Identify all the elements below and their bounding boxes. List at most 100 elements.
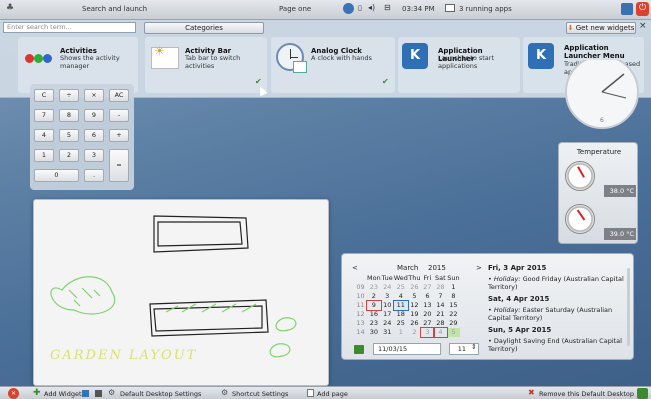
day-cell[interactable]: 22	[447, 310, 460, 319]
day-cell[interactable]: 16	[367, 310, 381, 319]
add-widgets-button[interactable]: Add Widgets	[44, 390, 85, 398]
day-cell[interactable]: 28	[434, 283, 447, 292]
categories-button[interactable]: Categories	[144, 22, 264, 34]
day-cell[interactable]: 23	[367, 283, 381, 292]
calculator-key[interactable]: +	[109, 129, 129, 142]
calculator-key[interactable]: 5	[59, 129, 79, 142]
event-list-scrollbar[interactable]	[627, 268, 630, 346]
page-selector[interactable]: Page one	[279, 5, 311, 13]
day-cell[interactable]: 2	[408, 328, 421, 337]
day-cell[interactable]: 27	[421, 319, 434, 328]
calculator-key[interactable]: 8	[59, 109, 79, 122]
add-widgets-icon[interactable]: ✚	[33, 388, 41, 398]
day-cell-holiday[interactable]: 4	[432, 327, 448, 338]
previous-month-button[interactable]: <	[352, 264, 358, 272]
calculator-key[interactable]: AC	[109, 89, 129, 102]
calculator-key[interactable]: ÷	[59, 89, 79, 102]
year-label[interactable]: 2015	[428, 264, 446, 272]
close-panel-icon[interactable]: ×	[639, 21, 647, 31]
day-cell[interactable]: 17	[381, 310, 394, 319]
screen-icon[interactable]	[621, 3, 633, 15]
clock-readout[interactable]: 03:34 PM	[402, 5, 435, 13]
day-cell[interactable]: 13	[421, 301, 434, 310]
date-field[interactable]: 11/03/15	[373, 343, 441, 355]
search-input[interactable]: Enter search term...	[3, 22, 136, 33]
day-cell[interactable]: 30	[367, 328, 381, 337]
calculator-key[interactable]: 7	[34, 109, 54, 122]
day-cell[interactable]: 24	[381, 319, 394, 328]
day-cell[interactable]: 3	[381, 292, 394, 301]
calculator-key[interactable]: 4	[34, 129, 54, 142]
analog-clock-widget[interactable]: 6	[562, 55, 640, 140]
shortcut-settings-button[interactable]: Shortcut Settings	[232, 390, 288, 398]
day-cell[interactable]: 10	[381, 301, 394, 310]
day-cell[interactable]: 28	[434, 319, 447, 328]
next-month-button[interactable]: >	[476, 264, 482, 272]
day-cell[interactable]: 24	[381, 283, 394, 292]
widget-card-activity-bar[interactable]: ☀ Activity Bar Tab bar to switch activit…	[145, 37, 267, 93]
system-tray-icon[interactable]: ⊟	[384, 3, 391, 12]
remove-desktop-button[interactable]: Remove this Default Desktop	[539, 390, 634, 398]
toolbox-close-icon[interactable]: ✕	[8, 388, 19, 399]
day-cell-today[interactable]: 11	[392, 300, 409, 311]
running-apps-label[interactable]: 3 running apps	[459, 5, 512, 13]
calculator-key[interactable]: 1	[34, 149, 54, 162]
network-icon[interactable]	[343, 3, 354, 14]
day-cell[interactable]: 5	[408, 292, 421, 301]
widget-card-application-launcher[interactable]: K Application Launcher Launcher to start…	[398, 37, 520, 93]
calculator-key[interactable]: 3	[84, 149, 104, 162]
device-icon[interactable]: ▯	[358, 4, 362, 12]
calculator-key[interactable]: =	[109, 149, 129, 182]
volume-icon[interactable]: ◂)	[368, 3, 375, 12]
day-cell[interactable]: 8	[447, 292, 460, 301]
calculator-key[interactable]: C	[34, 89, 54, 102]
toolbox-corner-icon[interactable]	[637, 388, 648, 399]
default-desktop-settings-button[interactable]: Default Desktop Settings	[120, 390, 201, 398]
day-cell[interactable]: 21	[434, 310, 447, 319]
calendar-jump-icon[interactable]	[354, 345, 364, 354]
day-cell[interactable]: 14	[434, 301, 447, 310]
day-cell[interactable]: 7	[434, 292, 447, 301]
calculator-key[interactable]: -	[109, 109, 129, 122]
day-cell[interactable]: 1	[447, 283, 460, 292]
search-and-launch-label[interactable]: Search and launch	[82, 5, 147, 13]
day-cell[interactable]: 31	[381, 328, 394, 337]
scribble-pad-widget[interactable]: GARDEN LAYOUT	[33, 199, 329, 386]
month-label[interactable]: March	[397, 264, 418, 272]
day-cell[interactable]: 25	[394, 319, 408, 328]
day-cell[interactable]: 27	[421, 283, 434, 292]
get-new-widgets-button[interactable]: ⬇ Get new widgets	[566, 22, 636, 34]
day-cell[interactable]: 26	[408, 283, 421, 292]
day-cell[interactable]: 4	[394, 292, 408, 301]
kickoff-icon[interactable]: ♣	[6, 3, 14, 13]
add-page-button[interactable]: Add page	[317, 390, 348, 398]
day-cell[interactable]: 20	[421, 310, 434, 319]
day-cell[interactable]: 6	[421, 292, 434, 301]
day-cell[interactable]: 1	[394, 328, 408, 337]
calculator-key[interactable]: 2	[59, 149, 79, 162]
day-cell[interactable]: 19	[408, 310, 421, 319]
widget-description: A clock with hands	[311, 54, 372, 62]
calculator-key[interactable]: 0	[34, 169, 79, 182]
day-cell[interactable]: 25	[394, 283, 408, 292]
task-window-icon[interactable]	[445, 4, 455, 12]
calculator-key[interactable]: 9	[84, 109, 104, 122]
day-cell[interactable]: 29	[447, 319, 460, 328]
day-cell[interactable]: 2	[367, 292, 381, 301]
calculator-key[interactable]: ×	[84, 89, 104, 102]
event-text: Daylight Saving End (Australian Capital …	[488, 337, 622, 353]
widget-card-analog-clock[interactable]: Analog Clock A clock with hands ✔	[271, 37, 395, 93]
day-cell[interactable]: 26	[408, 319, 421, 328]
day-cell-holiday[interactable]: 5	[446, 328, 460, 337]
day-cell[interactable]: 23	[367, 319, 381, 328]
calculator-key[interactable]: .	[84, 169, 104, 182]
spin-arrows-icon[interactable]: ⇕	[471, 343, 477, 351]
monitor-icon	[82, 390, 89, 397]
day-cell-holiday[interactable]: 3	[419, 327, 435, 338]
day-cell[interactable]: 15	[447, 301, 460, 310]
day-cell[interactable]: 12	[408, 301, 421, 310]
day-cell[interactable]: 9	[366, 300, 382, 311]
calculator-key[interactable]: 6	[84, 129, 104, 142]
power-icon[interactable]: ⏻	[636, 2, 649, 16]
day-cell[interactable]: 18	[394, 310, 408, 319]
